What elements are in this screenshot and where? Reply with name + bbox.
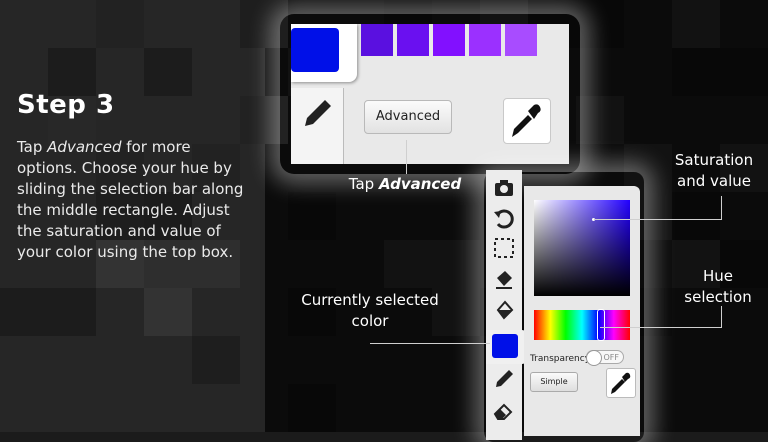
transparency-toggle[interactable]: OFF [586, 350, 624, 366]
tap-advanced-label: Tap Advanced [348, 175, 462, 193]
background-tile [576, 0, 624, 48]
background-tile [720, 48, 768, 96]
camera-icon[interactable] [492, 176, 516, 200]
callout-line [594, 219, 722, 220]
top-toolbar-panel: Advanced [291, 24, 569, 164]
background-tile [48, 48, 96, 96]
background-tile [0, 288, 48, 336]
pencil-icon [305, 100, 331, 126]
background-tile [576, 96, 624, 144]
callout-line [721, 196, 722, 220]
color-swatch-row [361, 24, 569, 58]
saturation-value-box[interactable] [534, 200, 630, 296]
callout-line [370, 343, 490, 344]
background-tile [672, 48, 720, 96]
current-color-frame [486, 330, 526, 364]
eyedropper-tool[interactable] [606, 368, 636, 398]
background-tile [672, 192, 720, 240]
saturation-value-label: Saturation and value [674, 151, 754, 190]
current-color-frame [291, 24, 357, 82]
swatch[interactable] [469, 24, 501, 56]
selection-icon[interactable] [492, 236, 516, 260]
transparency-label: Transparency [530, 354, 591, 364]
swatch[interactable] [505, 24, 537, 56]
callout-line [406, 140, 407, 174]
fill-icon[interactable] [492, 298, 516, 322]
hue-selection-handle[interactable] [597, 309, 605, 341]
background-tile [48, 288, 96, 336]
eyedropper-icon [611, 372, 631, 394]
bucket-icon[interactable] [492, 268, 516, 292]
swatch[interactable] [433, 24, 465, 56]
eyedropper-tool[interactable] [503, 98, 551, 144]
pencil-icon[interactable] [492, 366, 516, 390]
simple-button[interactable]: Simple [530, 372, 578, 392]
pencil-tool[interactable] [291, 88, 344, 164]
eyedropper-icon [512, 104, 541, 137]
step-instructions: Tap Advanced for more options. Choose yo… [17, 138, 244, 261]
swatch[interactable] [397, 24, 429, 56]
background-tile [192, 336, 240, 384]
advanced-button[interactable]: Advanced [364, 100, 452, 134]
hue-slider[interactable] [534, 309, 630, 341]
background-tile [144, 288, 192, 336]
tool-strip [486, 170, 522, 440]
background-tile [96, 0, 144, 48]
background-tile [672, 0, 720, 48]
background-tile [288, 384, 336, 432]
eraser-icon[interactable] [492, 398, 516, 422]
step-title: Step 3 [17, 90, 115, 120]
background-tile [432, 240, 480, 288]
background-tile [288, 192, 336, 240]
advanced-color-panel: Transparency OFF Simple [524, 186, 640, 436]
toggle-text: OFF [603, 353, 620, 362]
undo-icon[interactable] [492, 206, 516, 230]
callout-line [721, 306, 722, 328]
background-tile [144, 48, 192, 96]
swatch[interactable] [361, 24, 393, 56]
background-tile [384, 240, 432, 288]
current-color-swatch[interactable] [492, 334, 518, 358]
current-color-label: Currently selected color [301, 291, 439, 330]
callout-line [600, 327, 722, 328]
toggle-knob [586, 350, 602, 366]
current-color-swatch[interactable] [291, 28, 339, 72]
hue-selection-label: Hue selection [684, 267, 752, 306]
